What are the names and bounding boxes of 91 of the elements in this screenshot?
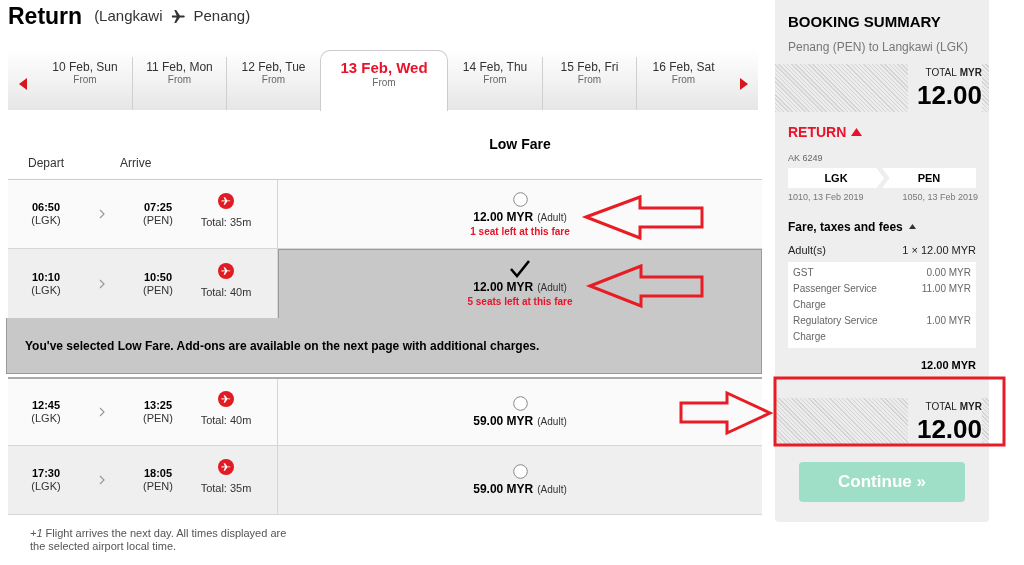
left-arrow-icon xyxy=(19,77,27,90)
summary-title: BOOKING SUMMARY xyxy=(788,12,942,32)
page-title: Return xyxy=(8,1,83,31)
fare-cell[interactable]: 12.00 MYR (Adult) 5 seats left at this fare xyxy=(278,249,762,318)
radio-button[interactable] xyxy=(512,191,528,207)
chevron-icon xyxy=(99,475,105,485)
segment-origin: LGK xyxy=(788,168,884,188)
chevron-icon xyxy=(99,209,105,219)
return-section-toggle[interactable]: RETURN xyxy=(788,121,863,143)
subtotal: 12.00 MYR xyxy=(920,358,976,373)
footnote: +1 Flight arrives the next day. All times displayed are the selected airport local time. xyxy=(30,527,288,553)
airport-code: (LGK) xyxy=(31,412,61,425)
passenger-type: (Adult) xyxy=(537,211,567,225)
fee-amount: 11.00 MYR xyxy=(921,282,971,296)
airport-code: (LGK) xyxy=(31,214,61,227)
fare-cell[interactable]: 59.00 MYR (Adult) xyxy=(278,446,762,514)
date-tab[interactable]: 16 Feb, Sat From xyxy=(636,57,730,110)
fee-label: GST xyxy=(793,266,815,280)
fare-column-header: Low Fare xyxy=(489,135,551,152)
airport-code: (PEN) xyxy=(143,214,173,227)
selection-message: You've selected Low Fare. Add-ons are available on the next page with additional charges. xyxy=(25,337,540,355)
flight-duration: Total: 35m xyxy=(200,215,252,231)
segment-destination: PEN xyxy=(882,168,976,188)
departure-time: 12:45 xyxy=(31,399,61,412)
checkmark-icon xyxy=(510,260,530,278)
date-tab[interactable]: 15 Feb, Fri From xyxy=(542,57,636,110)
arrival-datetime: 1050, 13 Feb 2019 xyxy=(902,191,978,204)
flight-duration: Total: 40m xyxy=(200,284,252,300)
column-header: Depart xyxy=(27,155,66,172)
fee-label: Passenger Service Charge xyxy=(793,282,878,312)
total-amount: 12.00 xyxy=(916,79,982,110)
departure-datetime: 1010, 13 Feb 2019 xyxy=(788,191,864,204)
caret-up-icon xyxy=(851,128,863,136)
passenger-fare: 1 × 12.00 MYR xyxy=(902,242,976,258)
date-tab[interactable]: 13 Feb, Wed From xyxy=(320,50,448,111)
right-arrow-icon xyxy=(740,77,748,90)
fare-cell[interactable]: 59.00 MYR (Adult) xyxy=(278,379,762,445)
fare-price: 12.00 MYR xyxy=(473,209,534,226)
seats-left-note: 1 seat left at this fare xyxy=(470,226,570,238)
route-destination: Penang) xyxy=(193,5,251,26)
fare-price: 59.00 MYR xyxy=(473,413,534,430)
total-amount: 12.00 xyxy=(916,413,982,444)
flight-duration: Total: 35m xyxy=(200,481,252,497)
passenger-label: Adult(s) xyxy=(788,242,826,258)
flight-number: AK 6249 xyxy=(788,151,824,165)
flight-icon xyxy=(218,193,234,210)
total-currency: MYR xyxy=(959,400,982,413)
fee-label: Regulatory Service Charge xyxy=(793,314,879,344)
summary-route: Penang (PEN) to Langkawi (LGK) xyxy=(788,38,970,56)
arrival-time: 18:05 xyxy=(143,467,173,480)
flight-icon xyxy=(218,391,234,408)
flight-duration: Total: 40m xyxy=(200,413,252,429)
airport-code: (PEN) xyxy=(143,283,173,297)
route-origin: (Langkawi xyxy=(94,5,163,26)
arrival-time: 13:25 xyxy=(143,399,173,412)
departure-time: 10:10 xyxy=(31,270,61,284)
fees-toggle[interactable]: Fare, taxes and fees xyxy=(788,217,916,236)
fare-price: 59.00 MYR xyxy=(473,481,534,498)
hatched-area xyxy=(982,397,989,446)
fare-price: 12.00 MYR xyxy=(473,279,534,296)
radio-button[interactable] xyxy=(512,463,528,479)
airport-code: (PEN) xyxy=(143,480,173,493)
total-currency: MYR xyxy=(959,66,982,79)
departure-time: 17:30 xyxy=(31,467,61,480)
airport-code: (LGK) xyxy=(31,283,61,297)
arrival-time: 07:25 xyxy=(143,201,173,214)
arrival-time: 10:50 xyxy=(143,270,173,284)
fee-amount: 1.00 MYR xyxy=(926,314,971,328)
airport-code: (PEN) xyxy=(143,412,173,425)
chevron-icon xyxy=(99,278,105,289)
passenger-type: (Adult) xyxy=(537,415,567,429)
fare-cell[interactable]: 12.00 MYR (Adult) 1 seat left at this fare xyxy=(278,180,762,248)
departure-time: 06:50 xyxy=(31,201,61,214)
radio-button[interactable] xyxy=(512,395,528,411)
airport-code: (LGK) xyxy=(31,480,61,493)
total-label: TOTAL xyxy=(925,66,957,79)
date-tab[interactable]: 11 Feb, Mon From xyxy=(132,57,226,110)
column-header: Arrive xyxy=(120,155,152,172)
chevron-icon xyxy=(99,407,105,417)
passenger-type: (Adult) xyxy=(537,281,567,295)
flight-icon xyxy=(218,262,234,279)
passenger-type: (Adult) xyxy=(537,483,567,497)
total-label: TOTAL xyxy=(925,400,957,413)
fee-amount: 0.00 MYR xyxy=(926,266,971,280)
date-tab[interactable]: 10 Feb, Sun From xyxy=(38,57,132,110)
caret-up-icon xyxy=(908,224,916,229)
seats-left-note: 5 seats left at this fare xyxy=(467,296,573,308)
flight-icon xyxy=(218,459,234,476)
date-tab[interactable]: 14 Feb, Thu From xyxy=(448,57,542,110)
airplane-icon xyxy=(170,8,186,24)
hatched-area xyxy=(982,63,989,112)
